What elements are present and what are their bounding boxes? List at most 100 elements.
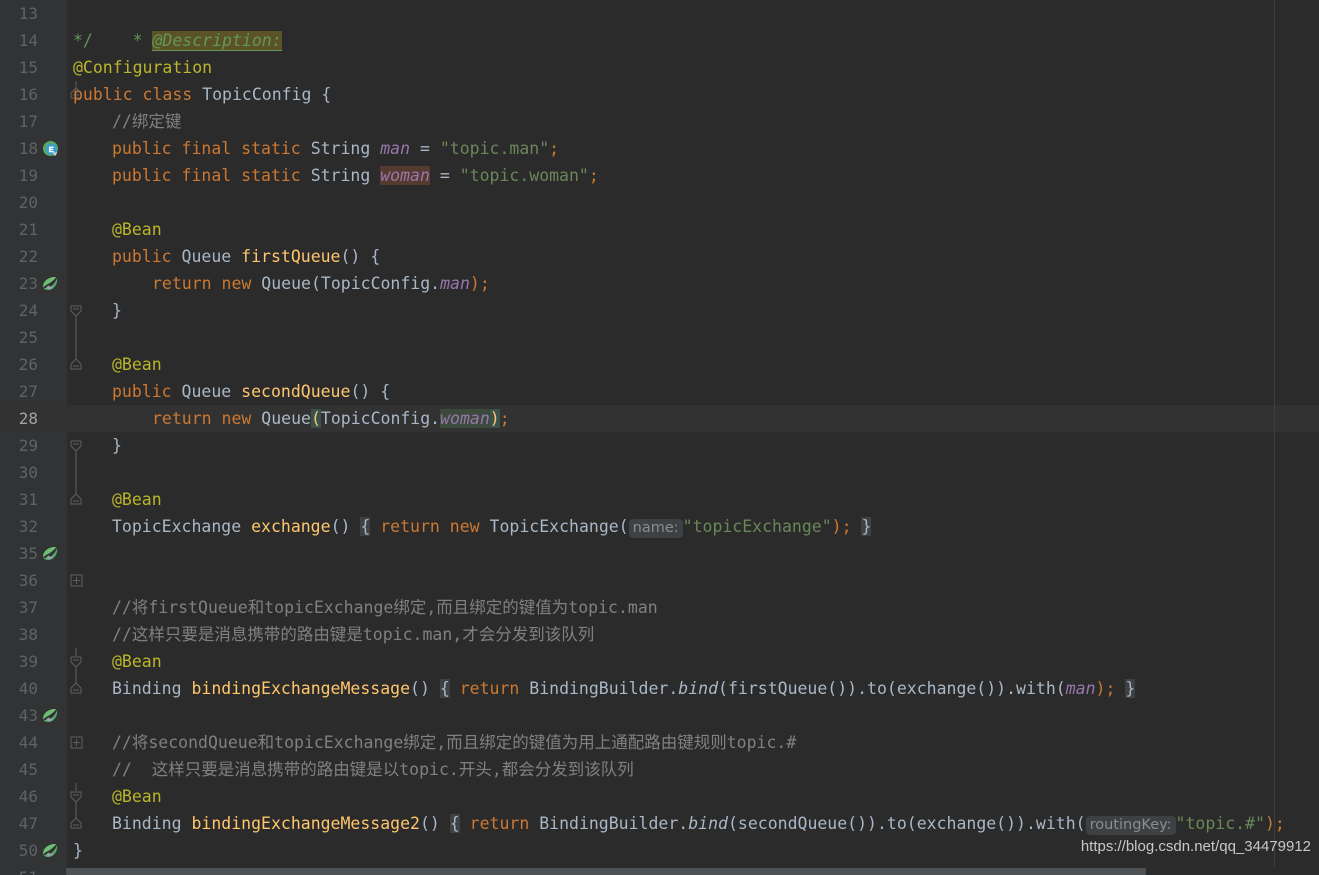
horizontal-scrollbar-thumb[interactable] bbox=[66, 868, 1146, 875]
line-number[interactable]: 20 bbox=[0, 189, 38, 216]
horizontal-scrollbar-track[interactable] bbox=[66, 867, 1319, 875]
code-line-14[interactable]: 14 */ bbox=[0, 27, 1319, 99]
code-line-35[interactable]: 35 bbox=[0, 540, 1319, 567]
line-number[interactable]: 24 bbox=[0, 297, 38, 324]
code-line-47[interactable]: 47 Binding bindingExchangeMessage2() { r… bbox=[0, 810, 1319, 875]
line-number[interactable]: 32 bbox=[0, 513, 38, 540]
line-number[interactable]: 39 bbox=[0, 648, 38, 675]
line-number[interactable]: 16 bbox=[0, 81, 38, 108]
code-line-39[interactable]: 39 @Bean bbox=[0, 648, 1319, 723]
line-number[interactable]: 22 bbox=[0, 243, 38, 270]
folded-close-brace[interactable]: } bbox=[861, 517, 872, 536]
code-editor[interactable]: 13 * @Description: 14 */ 15 @Configurati… bbox=[0, 0, 1319, 875]
line-number[interactable]: 15 bbox=[0, 54, 38, 81]
close-brace: } bbox=[112, 301, 122, 320]
line-number[interactable]: 31 bbox=[0, 486, 38, 513]
line-number[interactable]: 45 bbox=[0, 756, 38, 783]
line-number[interactable]: 43 bbox=[0, 702, 38, 729]
line-number[interactable]: 13 bbox=[0, 0, 38, 27]
code-line-18[interactable]: 18 public final static String man = "top… bbox=[0, 135, 1319, 162]
line-number[interactable]: 40 bbox=[0, 675, 38, 702]
line-number[interactable]: 26 bbox=[0, 351, 38, 378]
line-number[interactable]: 30 bbox=[0, 459, 38, 486]
code-line-26[interactable]: 26 @Bean bbox=[0, 351, 1319, 426]
folded-open-brace[interactable]: { bbox=[439, 679, 450, 698]
code-line-44[interactable]: 44 //将secondQueue和topicExchange绑定,而且绑定的键… bbox=[0, 729, 1319, 810]
code-line-29[interactable]: 29 } bbox=[0, 432, 1319, 505]
line-number[interactable]: 27 bbox=[0, 378, 38, 405]
spring-bean-icon[interactable] bbox=[42, 653, 59, 723]
code-line-36[interactable]: 36 bbox=[0, 567, 1319, 594]
code-line-38[interactable]: 38 //这样只要是消息携带的路由键是topic.man,才会分发到该队列 bbox=[0, 621, 1319, 694]
line-number[interactable]: 21 bbox=[0, 216, 38, 243]
line-number[interactable]: 51 bbox=[0, 864, 38, 875]
fold-marker-collapsed[interactable] bbox=[68, 810, 84, 875]
code-line-32[interactable]: 32 TopicExchange exchange() { return new… bbox=[0, 513, 1319, 587]
fold-marker-collapsed[interactable] bbox=[68, 513, 84, 587]
code-line-21[interactable]: 21 @Bean bbox=[0, 216, 1319, 291]
code-line-37[interactable]: 37 //将firstQueue和topicExchange绑定,而且绑定的键值… bbox=[0, 594, 1319, 675]
code-line-31[interactable]: 31 @Bean bbox=[0, 486, 1319, 561]
line-number[interactable]: 47 bbox=[0, 810, 38, 837]
spring-bean-icon[interactable] bbox=[42, 356, 59, 426]
line-number[interactable]: 29 bbox=[0, 432, 38, 459]
code-line-46[interactable]: 46 @Bean bbox=[0, 783, 1319, 858]
line-number[interactable]: 46 bbox=[0, 783, 38, 810]
spring-bean-icon[interactable] bbox=[42, 221, 59, 291]
parens: () bbox=[330, 517, 351, 536]
inlay-hint-routingkey[interactable]: routingKey: bbox=[1085, 816, 1176, 835]
line-number[interactable]: 14 bbox=[0, 27, 38, 54]
code-line-19[interactable]: 19 public final static String woman = "t… bbox=[0, 162, 1319, 189]
code-line-25[interactable]: 25 bbox=[0, 324, 1319, 351]
method-bindingexchangemessage2: bindingExchangeMessage2 bbox=[191, 814, 420, 833]
line-number[interactable]: 37 bbox=[0, 594, 38, 621]
line-number[interactable]: 50 bbox=[0, 837, 38, 864]
code-line-40[interactable]: 40 Binding bindingExchangeMessage() { re… bbox=[0, 675, 1319, 749]
line-number[interactable]: 18 bbox=[0, 135, 38, 162]
folded-close-brace[interactable]: } bbox=[1125, 679, 1136, 698]
code-line-27[interactable]: 27 public Queue secondQueue() { bbox=[0, 378, 1319, 459]
spring-bean-class-icon[interactable] bbox=[42, 86, 59, 157]
code-line-22[interactable]: 22 public Queue firstQueue() { bbox=[0, 243, 1319, 324]
type-binding: Binding bbox=[112, 814, 182, 833]
code-line-24[interactable]: 24 } bbox=[0, 297, 1319, 370]
line-number-current[interactable]: 28 bbox=[0, 405, 38, 432]
modifiers: public final static bbox=[112, 166, 301, 185]
fold-marker-start[interactable] bbox=[68, 729, 84, 810]
assign-operator: = bbox=[419, 139, 430, 158]
fold-marker-start[interactable] bbox=[68, 378, 84, 459]
line-number[interactable]: 38 bbox=[0, 621, 38, 648]
fold-marker-end[interactable] bbox=[68, 756, 84, 829]
line-number[interactable]: 17 bbox=[0, 108, 38, 135]
code-line-16[interactable]: 16 public class TopicConfig { bbox=[0, 81, 1319, 157]
spring-bean-icon[interactable] bbox=[42, 491, 59, 561]
code-line-17[interactable]: 17 //绑定键 bbox=[0, 108, 1319, 135]
spring-bean-icon[interactable] bbox=[42, 788, 59, 858]
code-line-45[interactable]: 45 // 这样只要是消息携带的路由键是以topic.开头,都会分发到该队列 bbox=[0, 756, 1319, 829]
line-number[interactable]: 35 bbox=[0, 540, 38, 567]
inlay-hint-name[interactable]: name: bbox=[628, 519, 683, 538]
code-line-43[interactable]: 43 bbox=[0, 702, 1319, 729]
fold-marker-start[interactable] bbox=[68, 243, 84, 324]
code-line-15[interactable]: 15 @Configuration bbox=[0, 54, 1319, 81]
code-line-13[interactable]: 13 * @Description: bbox=[0, 0, 1319, 51]
annotation-bean: @Bean bbox=[112, 652, 162, 671]
code-line-30[interactable]: 30 bbox=[0, 459, 1319, 486]
fold-marker-start[interactable] bbox=[68, 594, 84, 675]
fold-marker-end[interactable] bbox=[68, 621, 84, 694]
line-number[interactable]: 25 bbox=[0, 324, 38, 351]
code-line-23[interactable]: 23 return new Queue(TopicConfig.man); bbox=[0, 270, 1319, 351]
fold-marker-collapsed[interactable] bbox=[68, 675, 84, 749]
folded-open-brace[interactable]: { bbox=[360, 517, 371, 536]
fold-marker-end[interactable] bbox=[68, 297, 84, 370]
line-number[interactable]: 36 bbox=[0, 567, 38, 594]
code-line-28-current[interactable]: 28 return new Queue(TopicConfig.woman); bbox=[0, 405, 1319, 486]
class-close-brace: } bbox=[73, 841, 83, 860]
code-line-20[interactable]: 20 bbox=[0, 189, 1319, 216]
fold-marker-end[interactable] bbox=[68, 432, 84, 505]
folded-open-brace[interactable]: { bbox=[449, 814, 460, 833]
line-number[interactable]: 44 bbox=[0, 729, 38, 756]
line-number[interactable]: 19 bbox=[0, 162, 38, 189]
chain-call: (secondQueue()).to(exchange()).with( bbox=[727, 814, 1086, 833]
line-number[interactable]: 23 bbox=[0, 270, 38, 297]
